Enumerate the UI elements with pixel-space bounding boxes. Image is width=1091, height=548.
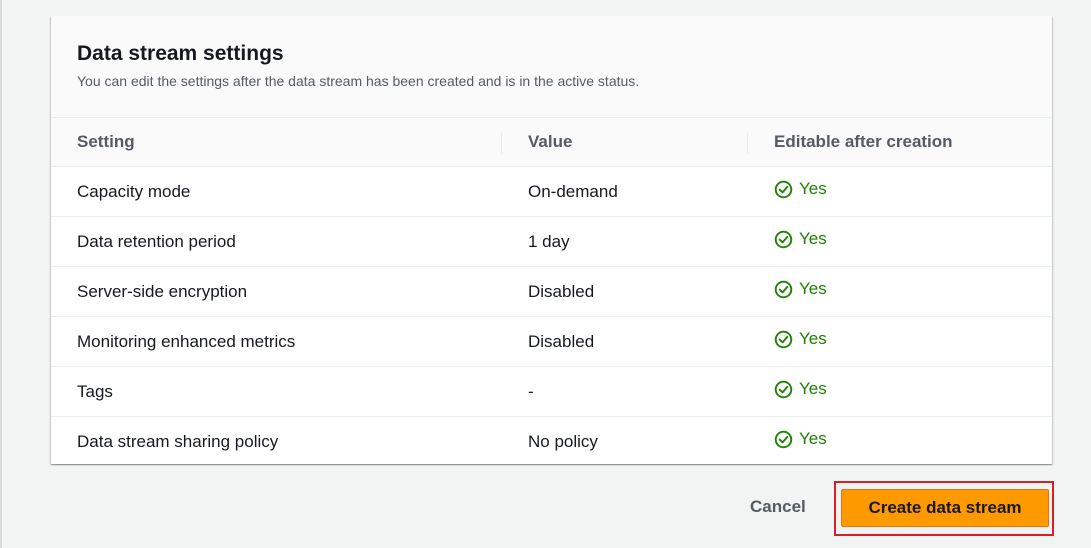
editable-cell: Yes <box>748 366 1052 417</box>
setting-cell: Data stream sharing policy <box>77 431 279 451</box>
editable-cell: Yes <box>748 417 1052 467</box>
value-cell: Disabled <box>502 266 748 317</box>
form-actions: Cancel Create data stream <box>0 481 1091 541</box>
status-positive-icon <box>774 380 793 398</box>
panel-description: You can edit the settings after the data… <box>77 73 640 89</box>
editable-cell: Yes <box>748 216 1052 267</box>
setting-cell: Monitoring enhanced metrics <box>51 316 502 367</box>
panel-header: Data stream settings You can edit the se… <box>51 16 1052 118</box>
value-cell: Disabled <box>502 316 748 367</box>
value-cell: On-demand <box>502 166 748 217</box>
column-header-value: Value <box>502 118 748 167</box>
editable-cell: Yes <box>748 316 1052 367</box>
left-border <box>0 0 2 548</box>
status-positive-icon <box>774 430 793 448</box>
status-yes: Yes <box>774 429 827 449</box>
setting-cell: Data retention period <box>51 216 502 267</box>
data-stream-settings-panel: Data stream settings You can edit the se… <box>51 16 1052 464</box>
editable-cell: Yes <box>748 166 1052 217</box>
editable-label: Yes <box>799 279 827 299</box>
value-cell: No policy <box>528 431 598 451</box>
table-row: Tags - Yes <box>51 366 1052 417</box>
value-cell: 1 day <box>502 216 748 267</box>
table-row: Server-side encryption Disabled Yes <box>51 266 1052 317</box>
status-positive-icon <box>774 280 793 298</box>
cancel-button[interactable]: Cancel <box>750 497 806 517</box>
page: Data stream settings You can edit the se… <box>0 0 1091 548</box>
status-positive-icon <box>774 230 793 248</box>
table-header-row: Setting Value Editable after creation <box>51 118 1052 167</box>
status-yes: Yes <box>774 229 827 249</box>
panel-title: Data stream settings <box>77 42 284 65</box>
status-yes: Yes <box>774 279 827 299</box>
editable-label: Yes <box>799 379 827 399</box>
column-header-setting: Setting <box>51 118 502 167</box>
value-cell: - <box>502 366 748 417</box>
table-row: Capacity mode On-demand Yes <box>51 166 1052 217</box>
editable-cell: Yes <box>748 266 1052 317</box>
column-header-editable: Editable after creation <box>748 118 1052 167</box>
table-row: Monitoring enhanced metrics Disabled Yes <box>51 316 1052 367</box>
create-data-stream-button[interactable]: Create data stream <box>841 489 1049 527</box>
setting-cell: Capacity mode <box>51 166 502 217</box>
settings-table: Setting Value Editable after creation Ca… <box>51 118 1052 466</box>
status-positive-icon <box>774 330 793 348</box>
setting-cell: Tags <box>51 366 502 417</box>
editable-label: Yes <box>799 229 827 249</box>
setting-cell: Server-side encryption <box>51 266 502 317</box>
table-row: Data stream sharing policy No policy Yes <box>51 417 1052 467</box>
status-yes: Yes <box>774 179 827 199</box>
status-positive-icon <box>774 180 793 198</box>
table-row: Data retention period 1 day Yes <box>51 216 1052 267</box>
status-yes: Yes <box>774 329 827 349</box>
editable-label: Yes <box>799 179 827 199</box>
status-yes: Yes <box>774 379 827 399</box>
highlight-box: Create data stream <box>834 481 1054 536</box>
editable-label: Yes <box>799 329 827 349</box>
editable-label: Yes <box>799 429 827 449</box>
